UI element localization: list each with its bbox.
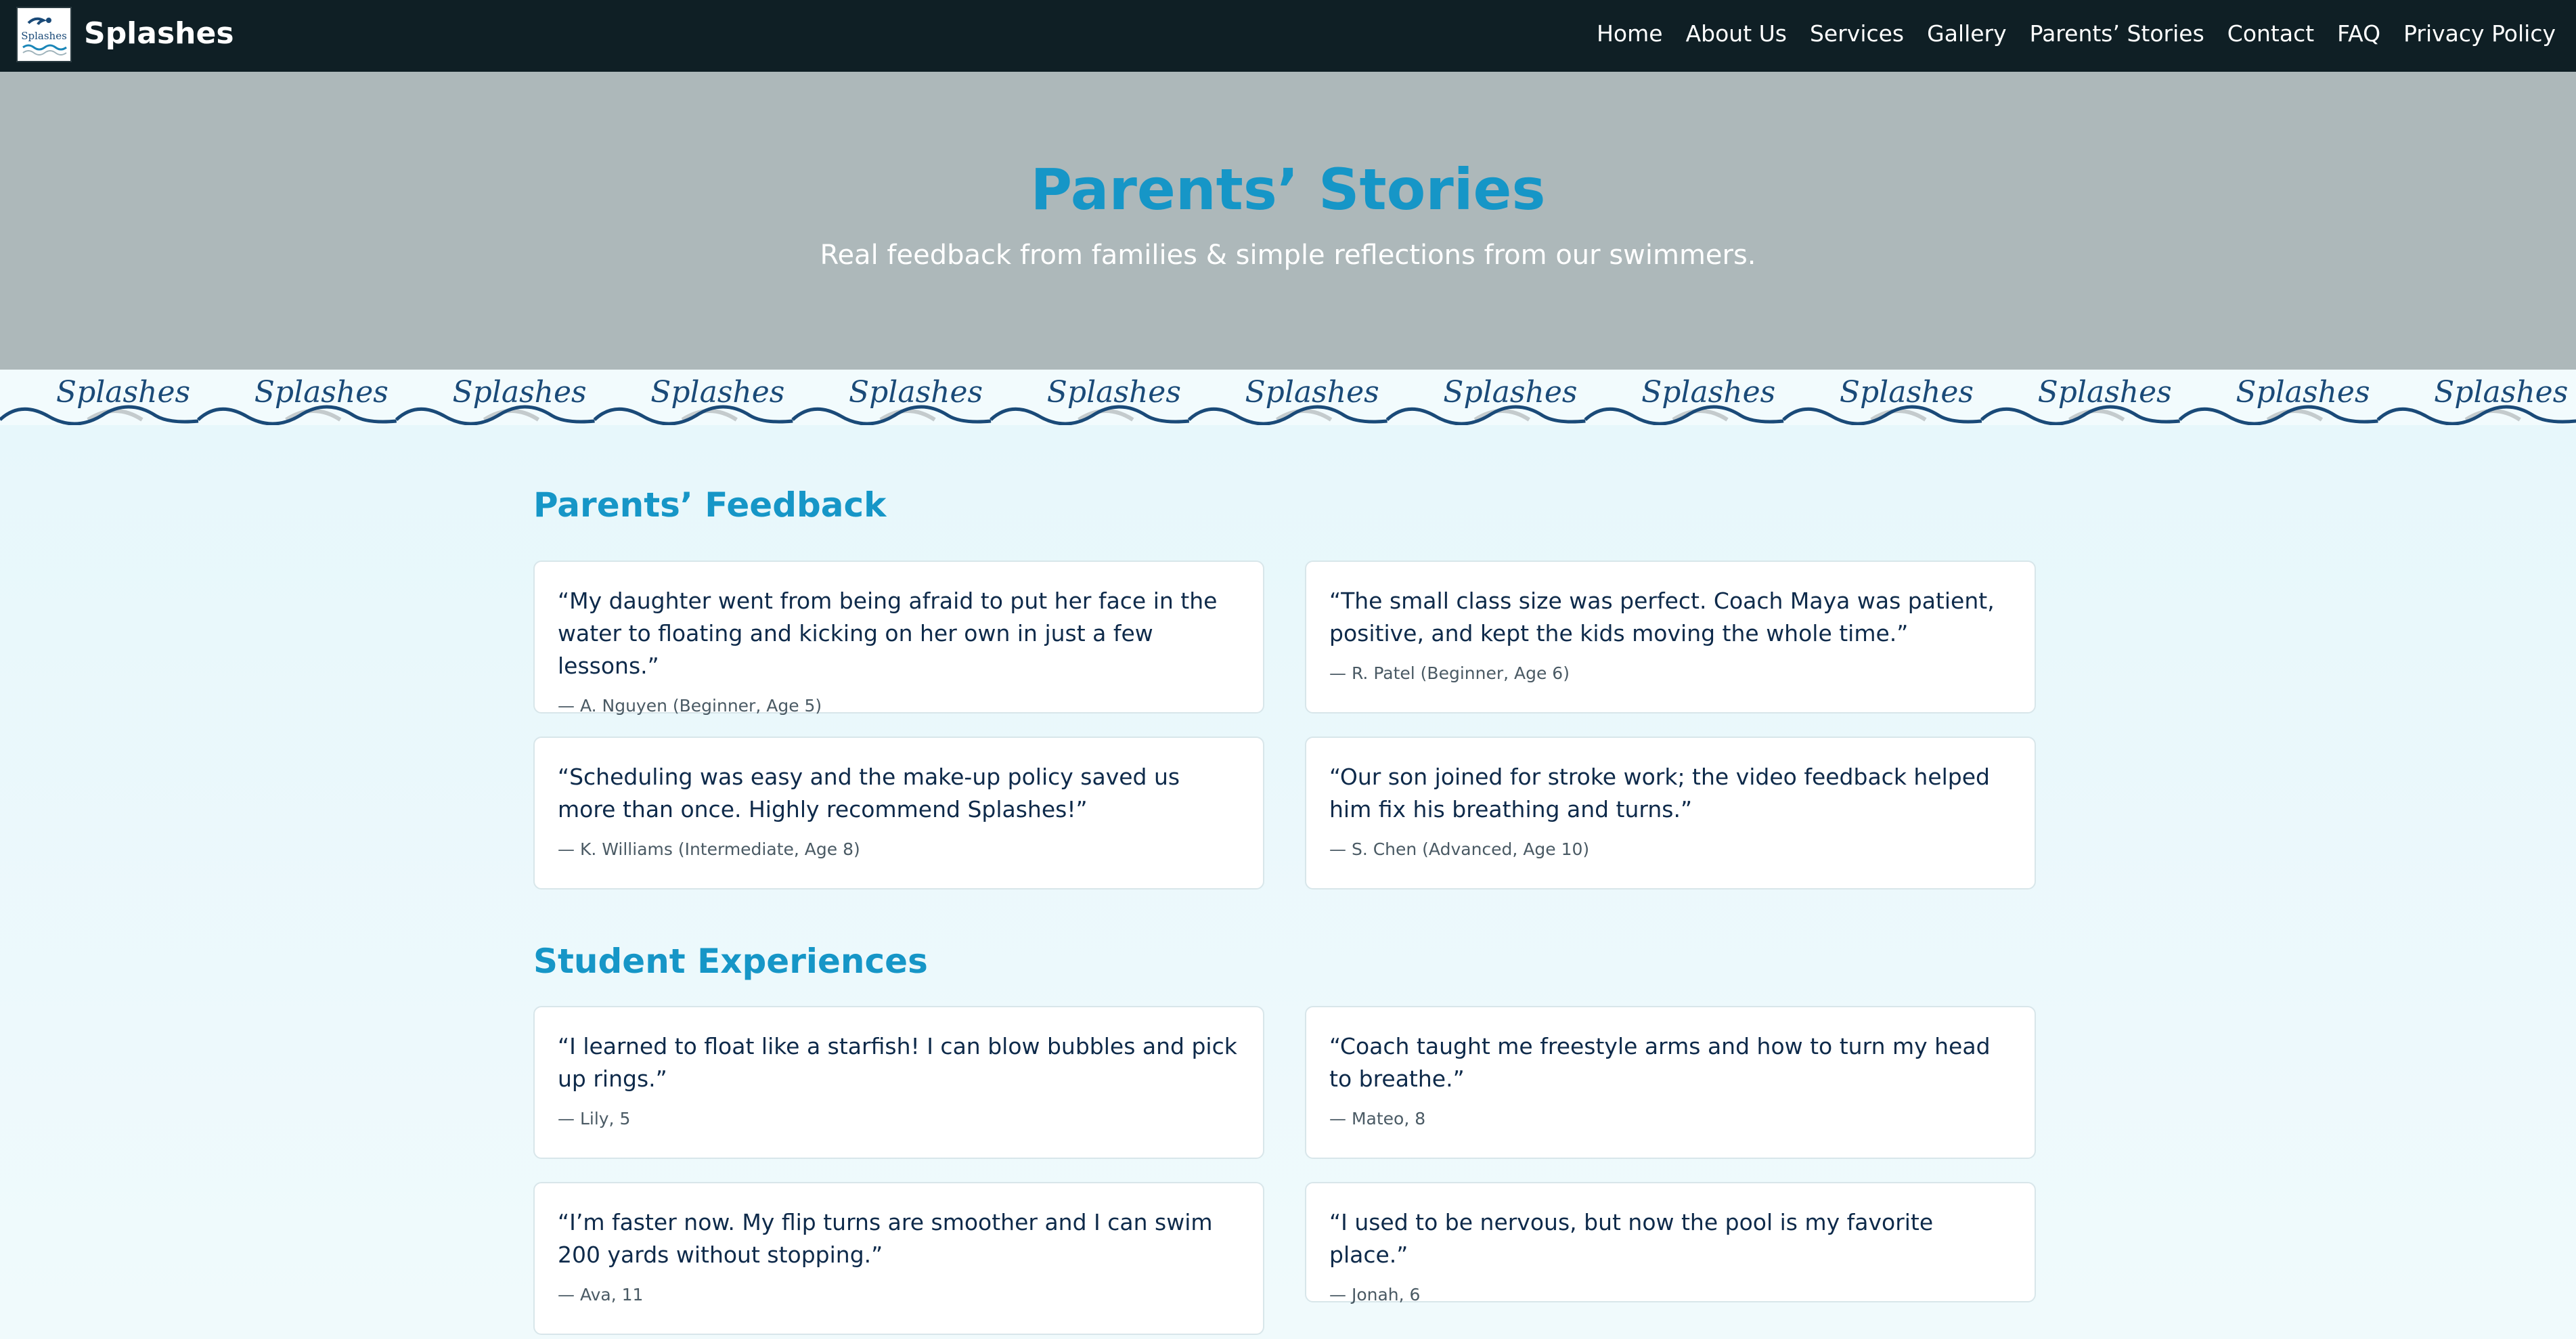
card-quote: “I learned to float like a starfish! I c… xyxy=(558,1033,1237,1092)
card-quote: “The small class size was perfect. Coach… xyxy=(1329,588,1995,646)
brand-name[interactable]: Splashes xyxy=(84,15,234,53)
wave-tile: Splashes xyxy=(1782,375,1982,425)
card-author: — Jonah, 6 xyxy=(1329,1285,1421,1304)
wave-brand-text: Splashes xyxy=(1641,375,1775,410)
wave-brand-text: Splashes xyxy=(2038,375,2172,410)
nav-item-home[interactable]: Home xyxy=(1597,16,1662,51)
page-subtitle: Real feedback from families & simple ref… xyxy=(820,240,1756,271)
section-title-student-experiences: Student Experiences xyxy=(533,942,928,981)
card-author: — K. Williams (Intermediate, Age 8) xyxy=(558,839,860,859)
card-author: — Mateo, 8 xyxy=(1329,1109,1426,1128)
card-author: — R. Patel (Beginner, Age 6) xyxy=(1329,663,1570,683)
wave-brand-text: Splashes xyxy=(849,375,983,410)
wave-tile: Splashes xyxy=(197,375,397,425)
wave-tile: Splashes xyxy=(1980,375,2180,425)
card-quote: “I’m faster now. My flip turns are smoot… xyxy=(558,1209,1213,1268)
wave-brand-text: Splashes xyxy=(56,375,190,410)
nav-item-services[interactable]: Services xyxy=(1810,16,1904,51)
wave-tile: Splashes xyxy=(0,375,199,425)
wave-tile: Splashes xyxy=(1187,375,1387,425)
wave-banner: Splashes Splashes Splashes Splashes Splashes… xyxy=(0,370,2576,425)
card-author: — S. Chen (Advanced, Age 10) xyxy=(1329,839,1590,859)
feedback-card: “My daughter went from being afraid to p… xyxy=(533,561,1264,716)
experience-card: “I’m faster now. My flip turns are smoot… xyxy=(533,1182,1264,1335)
wave-tile: Splashes xyxy=(593,375,793,425)
splashes-logo-icon[interactable]: Splashes xyxy=(16,7,72,62)
card-author: — Lily, 5 xyxy=(558,1109,631,1128)
wave-tile: Splashes xyxy=(990,375,1190,425)
card-quote: “Coach taught me freestyle arms and how … xyxy=(1329,1033,1991,1092)
wave-tile: Splashes xyxy=(1584,375,1784,425)
nav-item-about-us[interactable]: About Us xyxy=(1686,16,1787,51)
wave-tile: Splashes xyxy=(791,375,992,425)
main-nav: Home About Us Services Gallery Parents’ … xyxy=(1597,16,2556,51)
wave-pattern-icon: Splashes Splashes Splashes Splashes Splashes… xyxy=(0,375,2576,425)
wave-brand-text: Splashes xyxy=(2434,375,2568,410)
card-quote: “My daughter went from being afraid to p… xyxy=(558,588,1218,679)
wave-brand-text: Splashes xyxy=(650,375,784,410)
feedback-card: “Our son joined for stroke work; the vid… xyxy=(1305,737,2036,890)
experience-card: “Coach taught me freestyle arms and how … xyxy=(1305,1006,2036,1159)
logo-text: Splashes xyxy=(21,30,67,42)
wave-tile: Splashes xyxy=(2178,375,2378,425)
nav-item-contact[interactable]: Contact xyxy=(2227,16,2314,51)
wave-tile: Splashes xyxy=(395,375,595,425)
wave-tile: Splashes xyxy=(1385,375,1586,425)
wave-brand-text: Splashes xyxy=(1047,375,1181,410)
card-quote: “Our son joined for stroke work; the vid… xyxy=(1329,764,1990,822)
wave-tile: Splashes xyxy=(2376,375,2576,425)
wave-brand-text: Splashes xyxy=(254,375,388,410)
section-title-parents-feedback: Parents’ Feedback xyxy=(533,485,887,525)
feedback-card: “Scheduling was easy and the make-up pol… xyxy=(533,737,1264,890)
nav-item-faq[interactable]: FAQ xyxy=(2337,16,2380,51)
nav-item-privacy-policy[interactable]: Privacy Policy xyxy=(2403,16,2556,51)
experience-card: “I used to be nervous, but now the pool … xyxy=(1305,1182,2036,1304)
main-content: Parents’ Feedback “My daughter went from… xyxy=(0,425,2576,1339)
wave-brand-text: Splashes xyxy=(1840,375,1974,410)
wave-brand-text: Splashes xyxy=(2236,375,2370,410)
swimmer-logo-icon: Splashes xyxy=(21,17,67,56)
card-author: — Ava, 11 xyxy=(558,1285,644,1304)
wave-brand-text: Splashes xyxy=(1443,375,1577,410)
feedback-card: “The small class size was perfect. Coach… xyxy=(1305,561,2036,714)
wave-brand-text: Splashes xyxy=(452,375,586,410)
hero-banner: Parents’ Stories Real feedback from fami… xyxy=(0,72,2576,370)
top-navbar: Splashes Splashes Home About Us Services… xyxy=(0,0,2576,72)
experience-card: “I learned to float like a starfish! I c… xyxy=(533,1006,1264,1159)
page-title: Parents’ Stories xyxy=(1030,156,1546,223)
card-author: — A. Nguyen (Beginner, Age 5) xyxy=(558,696,822,716)
nav-item-gallery[interactable]: Gallery xyxy=(1927,16,2007,51)
card-quote: “I used to be nervous, but now the pool … xyxy=(1329,1209,1934,1268)
nav-item-parents-stories[interactable]: Parents’ Stories xyxy=(2030,16,2204,51)
wave-brand-text: Splashes xyxy=(1245,375,1379,410)
card-quote: “Scheduling was easy and the make-up pol… xyxy=(558,764,1180,822)
